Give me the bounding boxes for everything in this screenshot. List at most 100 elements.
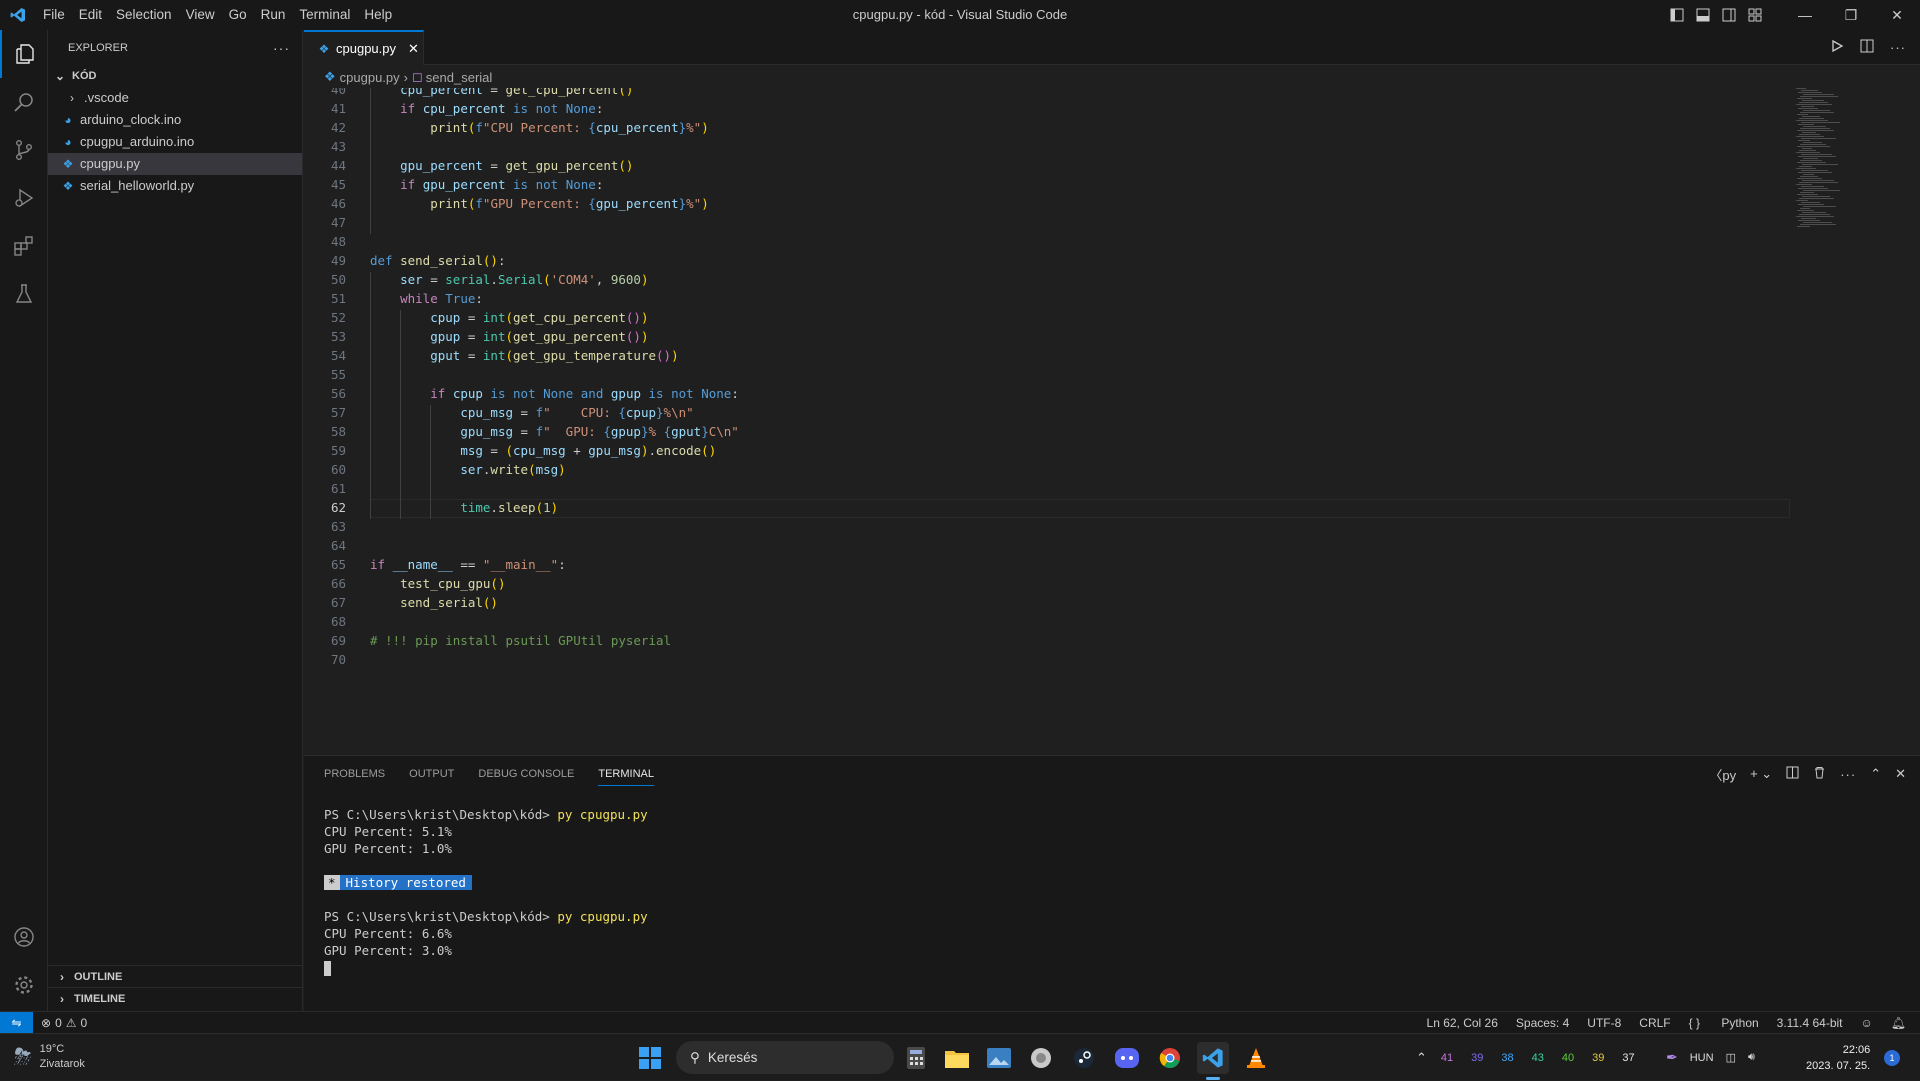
extensions-icon[interactable] bbox=[0, 222, 48, 270]
vlc-icon[interactable] bbox=[1240, 1042, 1272, 1074]
notification-badge-icon[interactable]: 1 bbox=[1884, 1050, 1900, 1066]
python-interpreter[interactable]: 3.11.4 64-bit bbox=[1777, 1016, 1843, 1030]
minimap[interactable] bbox=[1794, 88, 1894, 238]
tray-temp-indicator[interactable]: 41 bbox=[1441, 1052, 1453, 1064]
file-item[interactable]: ❖ cpugpu.py bbox=[48, 153, 302, 175]
restore-button[interactable]: ❐ bbox=[1828, 0, 1874, 30]
split-terminal-icon[interactable] bbox=[1786, 766, 1799, 782]
outline-section[interactable]: › OUTLINE bbox=[48, 965, 302, 987]
python-file-icon: ❖ bbox=[318, 41, 330, 56]
file-item-label: cpugpu_arduino.ino bbox=[80, 134, 195, 149]
split-editor-icon[interactable] bbox=[1860, 39, 1874, 56]
run-debug-icon[interactable] bbox=[0, 174, 48, 222]
indentation[interactable]: Spaces: 4 bbox=[1516, 1016, 1569, 1030]
toggle-secondary-sidebar-icon[interactable] bbox=[1716, 0, 1742, 30]
remote-icon[interactable]: ⇋ bbox=[0, 1011, 33, 1034]
vscode-taskbar-icon[interactable] bbox=[1197, 1042, 1229, 1080]
file-explorer-icon[interactable] bbox=[941, 1042, 973, 1074]
volume-icon[interactable]: 🔊︎ bbox=[1748, 1051, 1755, 1064]
menu-item-selection[interactable]: Selection bbox=[109, 7, 179, 22]
photos-icon[interactable] bbox=[983, 1042, 1015, 1074]
more-actions-icon[interactable]: ··· bbox=[273, 40, 290, 56]
menu-item-run[interactable]: Run bbox=[254, 7, 293, 22]
notifications-bell-icon[interactable]: 🔔︎ bbox=[1891, 1016, 1906, 1030]
windows-start-icon[interactable] bbox=[634, 1042, 666, 1074]
trash-icon[interactable] bbox=[1813, 766, 1826, 782]
line-number: 41 bbox=[330, 101, 346, 116]
tray-temp-indicator[interactable]: 39 bbox=[1592, 1052, 1604, 1064]
panel-tab-output[interactable]: OUTPUT bbox=[409, 756, 454, 792]
terminal-output[interactable]: PS C:\Users\krist\Desktop\kód> py cpugpu… bbox=[324, 806, 648, 976]
calculator-icon[interactable] bbox=[900, 1042, 932, 1074]
file-item[interactable]: › .vscode bbox=[48, 87, 302, 109]
encoding[interactable]: UTF-8 bbox=[1587, 1016, 1621, 1030]
folder-root[interactable]: ⌄ KÓD bbox=[48, 65, 302, 87]
maximize-panel-icon[interactable]: ⌃ bbox=[1870, 766, 1881, 782]
new-terminal-icon[interactable]: + ⌄ bbox=[1750, 766, 1772, 782]
show-hidden-icons-chevron-icon[interactable]: ⌃ bbox=[1416, 1050, 1427, 1066]
file-item[interactable]: ❖ serial_helloworld.py bbox=[48, 175, 302, 197]
breadcrumb-file[interactable]: cpugpu.py bbox=[340, 70, 400, 85]
feedback-icon[interactable]: ☺ bbox=[1861, 1016, 1873, 1030]
file-item[interactable]: ◕ arduino_clock.ino bbox=[48, 109, 302, 131]
chrome-icon[interactable] bbox=[1154, 1042, 1186, 1074]
tray-temp-indicator[interactable]: 40 bbox=[1562, 1052, 1574, 1064]
timeline-section[interactable]: › TIMELINE bbox=[48, 987, 302, 1009]
network-icon[interactable]: ◫ bbox=[1726, 1051, 1736, 1064]
discord-icon[interactable] bbox=[1111, 1042, 1143, 1074]
steam-icon[interactable] bbox=[1068, 1042, 1100, 1074]
weather-widget[interactable]: ⛈ 19°C Zivatarok bbox=[14, 1042, 85, 1072]
customize-layout-icon[interactable] bbox=[1742, 0, 1768, 30]
tray-temp-indicator[interactable]: 39 bbox=[1471, 1052, 1483, 1064]
file-item[interactable]: ◕ cpugpu_arduino.ino bbox=[48, 131, 302, 153]
menu-item-go[interactable]: Go bbox=[222, 7, 254, 22]
testing-icon[interactable] bbox=[0, 270, 48, 318]
source-control-icon[interactable] bbox=[0, 126, 48, 174]
tray-temp-indicator[interactable]: 37 bbox=[1622, 1052, 1634, 1064]
run-python-icon[interactable] bbox=[1830, 39, 1844, 56]
breadcrumb-symbol[interactable]: send_serial bbox=[426, 70, 493, 85]
panel-tab-terminal[interactable]: TERMINAL bbox=[598, 756, 654, 792]
menu-item-view[interactable]: View bbox=[179, 7, 222, 22]
terminal-shell-icon[interactable]: 〈py bbox=[1709, 765, 1736, 784]
close-tab-icon[interactable]: ✕ bbox=[408, 41, 419, 57]
menu-item-terminal[interactable]: Terminal bbox=[292, 7, 357, 22]
toggle-primary-sidebar-icon[interactable] bbox=[1664, 0, 1690, 30]
code-line: gpu_percent = get_gpu_percent() bbox=[400, 158, 634, 173]
panel-tab-problems[interactable]: PROBLEMS bbox=[324, 756, 385, 792]
close-window-button[interactable]: ✕ bbox=[1874, 0, 1920, 30]
line-number: 56 bbox=[330, 386, 346, 401]
language-mode[interactable]: { } Python bbox=[1689, 1016, 1759, 1030]
line-endings[interactable]: CRLF bbox=[1639, 1016, 1670, 1030]
pen-icon[interactable]: ✒ bbox=[1666, 1049, 1678, 1066]
settings-gear-icon[interactable] bbox=[0, 961, 48, 1009]
problems-indicator[interactable]: ⊗ 0 ⚠ 0 bbox=[41, 1016, 87, 1030]
more-panel-actions-icon[interactable]: ··· bbox=[1840, 767, 1856, 782]
menu-item-edit[interactable]: Edit bbox=[72, 7, 109, 22]
outline-label: OUTLINE bbox=[74, 970, 123, 983]
tray-temp-indicator[interactable]: 38 bbox=[1501, 1052, 1513, 1064]
panel-tab-debug-console[interactable]: DEBUG CONSOLE bbox=[478, 756, 574, 792]
toggle-panel-icon[interactable] bbox=[1690, 0, 1716, 30]
menu-item-help[interactable]: Help bbox=[357, 7, 399, 22]
clock[interactable]: 22:06 2023. 07. 25. bbox=[1806, 1042, 1870, 1074]
explorer-icon[interactable] bbox=[0, 30, 48, 78]
terminal-line: GPU Percent: 3.0% bbox=[324, 943, 452, 958]
chevron-down-icon: ⌄ bbox=[54, 69, 66, 83]
python-file-icon: ❖ bbox=[324, 69, 336, 84]
code-editor[interactable]: 40 cpu_percent = get_cpu_percent() 41 if … bbox=[304, 88, 1920, 755]
minimize-button[interactable]: — bbox=[1782, 0, 1828, 30]
cursor-position[interactable]: Ln 62, Col 26 bbox=[1427, 1016, 1498, 1030]
input-language[interactable]: HUN bbox=[1690, 1052, 1714, 1064]
search-icon[interactable] bbox=[0, 78, 48, 126]
taskbar-search[interactable]: ⚲ Keresés bbox=[676, 1041, 894, 1074]
activity-bar bbox=[0, 30, 48, 1011]
more-editor-actions-icon[interactable]: ··· bbox=[1890, 40, 1906, 55]
tray-temp-indicator[interactable]: 43 bbox=[1532, 1052, 1544, 1064]
tab-cpugpu-py[interactable]: ❖ cpugpu.py ✕ bbox=[304, 30, 424, 65]
app-icon[interactable] bbox=[1025, 1042, 1057, 1074]
close-panel-icon[interactable]: ✕ bbox=[1895, 766, 1906, 782]
accounts-icon[interactable] bbox=[0, 913, 48, 961]
menu-item-file[interactable]: File bbox=[36, 7, 72, 22]
error-icon: ⊗ bbox=[41, 1015, 52, 1030]
